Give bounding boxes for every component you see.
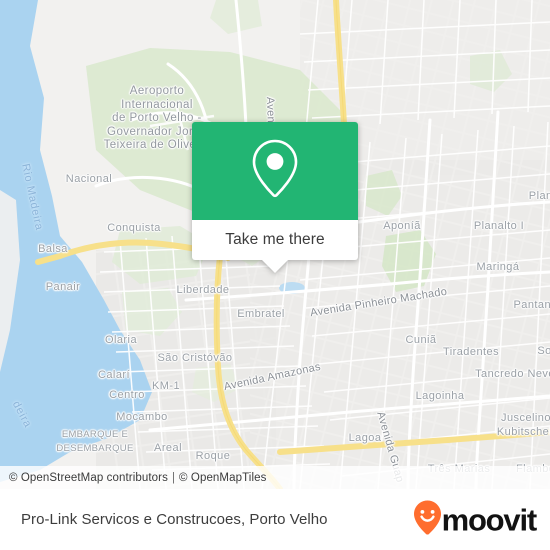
map-canvas[interactable]: Rio Madeira deira Aeroporto Internaciona… [0,0,550,489]
moovit-logo[interactable]: moovit [413,500,538,539]
map-attribution: © OpenStreetMap contributors | © OpenMap… [0,466,550,489]
attribution-openmaptiles[interactable]: © OpenMapTiles [179,472,266,484]
page-title: Pro-Link Servicos e Construcoes, Porto V… [21,511,328,528]
attribution-osm[interactable]: © OpenStreetMap contributors [9,472,168,484]
page-footer: Pro-Link Servicos e Construcoes, Porto V… [0,489,550,550]
popup-header [192,122,358,220]
attribution-separator: | [171,471,176,484]
moovit-pin-icon [413,500,441,539]
location-popup[interactable]: Take me there [192,122,358,273]
popup-action-bar[interactable]: Take me there [192,220,358,273]
popup-pointer [262,260,288,273]
moovit-wordmark: moovit [441,502,538,537]
map-pin-icon [251,138,299,205]
moovit-map-page: Rio Madeira deira Aeroporto Internaciona… [0,0,550,550]
take-me-there-button[interactable]: Take me there [225,231,325,249]
